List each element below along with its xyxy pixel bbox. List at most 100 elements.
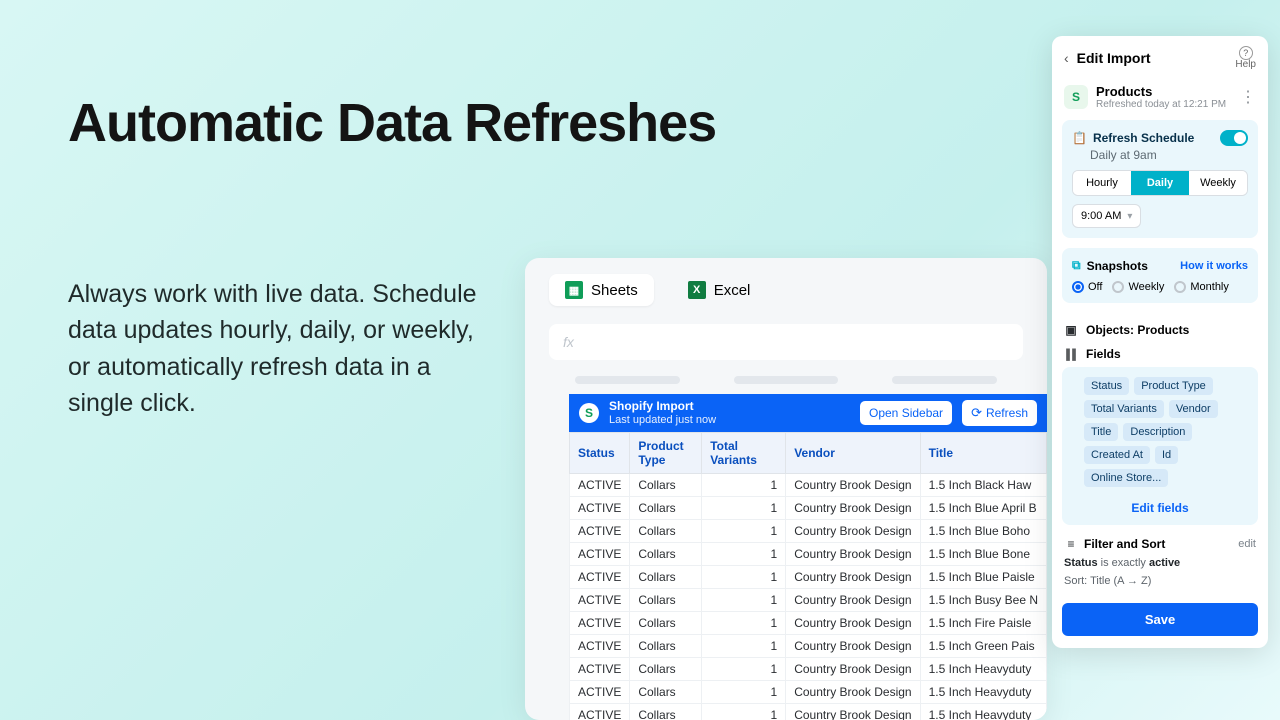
cell: 1 (702, 474, 786, 497)
cell: Country Brook Design (786, 704, 920, 720)
open-sidebar-button[interactable]: Open Sidebar (860, 401, 952, 425)
cell: 1.5 Inch Busy Bee N (920, 589, 1046, 612)
table-row[interactable]: ACTIVECollars1Country Brook Design1.5 In… (570, 520, 1047, 543)
refresh-schedule-card: Refresh Schedule Daily at 9am HourlyDail… (1062, 120, 1258, 238)
table-row[interactable]: ACTIVECollars1Country Brook Design1.5 In… (570, 474, 1047, 497)
filter-edit-link[interactable]: edit (1238, 538, 1256, 550)
refresh-icon: ⟳ (971, 405, 982, 421)
calendar-icon (1072, 131, 1087, 145)
refresh-button[interactable]: ⟳ Refresh (962, 400, 1037, 426)
fields-icon: ∥∥ (1064, 347, 1078, 361)
cell: 1.5 Inch Black Haw (920, 474, 1046, 497)
field-chip[interactable]: Total Variants (1084, 400, 1164, 418)
cell: 1.5 Inch Blue Bone (920, 543, 1046, 566)
tab-excel[interactable]: X Excel (672, 274, 767, 306)
cell: ACTIVE (570, 658, 630, 681)
back-icon[interactable]: ‹ (1064, 50, 1069, 66)
help-button[interactable]: ?Help (1235, 46, 1256, 70)
data-grid[interactable]: StatusProduct TypeTotal VariantsVendorTi… (569, 432, 1047, 720)
cell: 1.5 Inch Fire Paisle (920, 612, 1046, 635)
frequency-option[interactable]: Daily (1131, 171, 1189, 195)
cell: Collars (630, 589, 702, 612)
field-chips: Status Product Type Total Variants Vendor Ti… (1072, 377, 1248, 493)
snapshot-radio[interactable]: Weekly (1112, 281, 1164, 293)
column-header[interactable]: Total Variants (702, 433, 786, 474)
entity-subtitle: Refreshed today at 12:21 PM (1096, 99, 1232, 110)
cell: 1 (702, 681, 786, 704)
table-row[interactable]: ACTIVECollars1Country Brook Design1.5 In… (570, 566, 1047, 589)
time-value: 9:00 AM (1081, 210, 1121, 222)
cell: 1 (702, 612, 786, 635)
how-it-works-link[interactable]: How it works (1180, 260, 1248, 272)
import-subtitle: Last updated just now (609, 414, 850, 427)
filter-sort-section: ≡Filter and Sort edit Status is exactly … (1052, 535, 1268, 597)
table-row[interactable]: ACTIVECollars1Country Brook Design1.5 In… (570, 658, 1047, 681)
cell: Collars (630, 497, 702, 520)
cell: ACTIVE (570, 543, 630, 566)
table-row[interactable]: ACTIVECollars1Country Brook Design1.5 In… (570, 589, 1047, 612)
field-chip[interactable]: Online Store... (1084, 469, 1168, 487)
tab-sheets[interactable]: ▦ Sheets (549, 274, 654, 306)
field-chip[interactable]: Id (1155, 446, 1178, 464)
table-row[interactable]: ACTIVECollars1Country Brook Design1.5 In… (570, 681, 1047, 704)
cell: ACTIVE (570, 474, 630, 497)
field-chip[interactable]: Title (1084, 423, 1118, 441)
cell: Collars (630, 704, 702, 720)
cell: 1 (702, 635, 786, 658)
import-status-bar: S Shopify Import Last updated just now O… (569, 394, 1047, 432)
cell: 1.5 Inch Blue April B (920, 497, 1046, 520)
snapshots-title: Snapshots (1087, 259, 1148, 273)
frequency-option[interactable]: Weekly (1189, 171, 1247, 195)
entity-icon: S (1064, 85, 1088, 109)
field-chip[interactable]: Product Type (1134, 377, 1213, 395)
table-row[interactable]: ACTIVECollars1Country Brook Design1.5 In… (570, 635, 1047, 658)
edit-import-panel: ‹ Edit Import ?Help S Products Refreshed… (1052, 36, 1268, 648)
cell: Country Brook Design (786, 543, 920, 566)
cube-icon: ▣ (1064, 323, 1078, 337)
formula-bar[interactable]: fx (549, 324, 1023, 360)
cell: ACTIVE (570, 566, 630, 589)
tab-excel-label: Excel (714, 282, 751, 299)
schedule-toggle[interactable] (1220, 130, 1248, 146)
cell: ACTIVE (570, 704, 630, 720)
column-header[interactable]: Vendor (786, 433, 920, 474)
panel-title: Edit Import (1077, 50, 1228, 66)
cell: ACTIVE (570, 635, 630, 658)
column-header[interactable]: Product Type (630, 433, 702, 474)
edit-fields-link[interactable]: Edit fields (1062, 497, 1258, 525)
entity-menu-icon[interactable]: ⋮ (1240, 87, 1256, 107)
table-row[interactable]: ACTIVECollars1Country Brook Design1.5 In… (570, 497, 1047, 520)
field-chip[interactable]: Status (1084, 377, 1129, 395)
cell: Collars (630, 543, 702, 566)
excel-icon: X (688, 281, 706, 299)
cell: Collars (630, 612, 702, 635)
schedule-summary: Daily at 9am (1090, 148, 1248, 162)
table-row[interactable]: ACTIVECollars1Country Brook Design1.5 In… (570, 704, 1047, 720)
cell: Collars (630, 474, 702, 497)
cell: 1 (702, 589, 786, 612)
snapshot-radio[interactable]: Off (1072, 281, 1102, 293)
column-header[interactable]: Title (920, 433, 1046, 474)
field-chip[interactable]: Created At (1084, 446, 1150, 464)
table-row[interactable]: ACTIVECollars1Country Brook Design1.5 In… (570, 612, 1047, 635)
cell: ACTIVE (570, 589, 630, 612)
cell: Country Brook Design (786, 474, 920, 497)
snapshots-card: Snapshots How it works Off Weekly Monthly (1062, 248, 1258, 303)
time-select[interactable]: 9:00 AM ▾ (1072, 204, 1141, 228)
tab-sheets-label: Sheets (591, 282, 638, 299)
column-header[interactable]: Status (570, 433, 630, 474)
field-chip[interactable]: Vendor (1169, 400, 1218, 418)
snapshot-radio[interactable]: Monthly (1174, 281, 1229, 293)
field-chip[interactable]: Description (1123, 423, 1192, 441)
table-row[interactable]: ACTIVECollars1Country Brook Design1.5 In… (570, 543, 1047, 566)
cell: Country Brook Design (786, 497, 920, 520)
filter-rule: Status is exactly active (1064, 557, 1256, 569)
objects-section[interactable]: ▣ Objects: Products (1052, 313, 1268, 343)
frequency-option[interactable]: Hourly (1073, 171, 1131, 195)
cell: Country Brook Design (786, 520, 920, 543)
cell: ACTIVE (570, 520, 630, 543)
cell: 1.5 Inch Heavyduty (920, 681, 1046, 704)
filter-label: Filter and Sort (1084, 537, 1165, 551)
save-button[interactable]: Save (1062, 603, 1258, 636)
import-title: Shopify Import (609, 400, 850, 414)
